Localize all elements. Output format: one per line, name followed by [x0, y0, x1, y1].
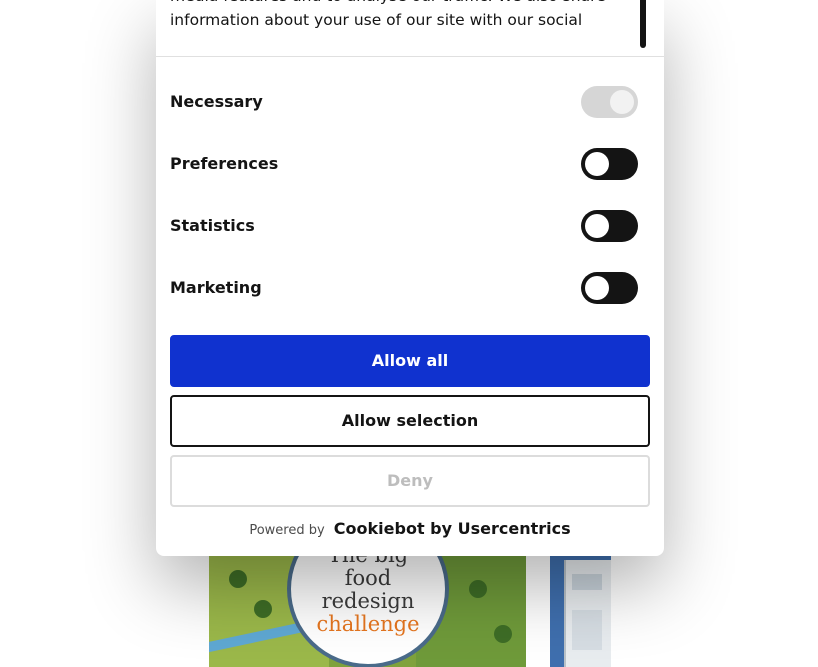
powered-by: Powered by Cookiebot by Usercentrics: [156, 519, 664, 538]
card-title-line: food: [344, 566, 392, 590]
toggle-knob: [585, 214, 609, 238]
toggle-label: Necessary: [170, 92, 263, 111]
consent-row-necessary: Necessary: [170, 86, 638, 118]
toggle-label: Preferences: [170, 154, 279, 173]
article-card-image[interactable]: [550, 540, 611, 667]
powered-by-label: Powered by: [249, 523, 325, 538]
illustration-tree: [229, 570, 247, 588]
illustration-machine: [564, 560, 611, 667]
marketing-toggle[interactable]: [581, 272, 638, 304]
illustration-tree: [494, 625, 512, 643]
toggle-knob: [585, 152, 609, 176]
consent-row-statistics: Statistics: [170, 210, 638, 242]
card-title-line: challenge: [316, 612, 420, 636]
cookiebot-logo[interactable]: Cookiebot by Usercentrics: [334, 519, 571, 538]
machine-panel: [572, 610, 602, 650]
machine-panel: [572, 574, 602, 590]
allow-selection-button[interactable]: Allow selection: [170, 395, 650, 447]
divider: [156, 56, 664, 57]
toggle-knob: [585, 276, 609, 300]
toggle-knob: [610, 90, 634, 114]
toggle-label: Marketing: [170, 278, 262, 297]
consent-intro[interactable]: media features and to analyse our traffi…: [170, 0, 646, 56]
illustration-tree: [254, 600, 272, 618]
necessary-toggle: [581, 86, 638, 118]
illustration-tree: [469, 580, 487, 598]
consent-row-marketing: Marketing: [170, 272, 638, 304]
consent-intro-text: media features and to analyse our traffi…: [170, 0, 606, 29]
scrollbar[interactable]: [640, 0, 646, 48]
toggle-label: Statistics: [170, 216, 255, 235]
card-title-line: redesign: [321, 589, 415, 613]
consent-row-preferences: Preferences: [170, 148, 638, 180]
deny-button[interactable]: Deny: [170, 455, 650, 507]
cookie-consent-dialog: media features and to analyse our traffi…: [156, 0, 664, 556]
preferences-toggle[interactable]: [581, 148, 638, 180]
statistics-toggle[interactable]: [581, 210, 638, 242]
allow-all-button[interactable]: Allow all: [170, 335, 650, 387]
